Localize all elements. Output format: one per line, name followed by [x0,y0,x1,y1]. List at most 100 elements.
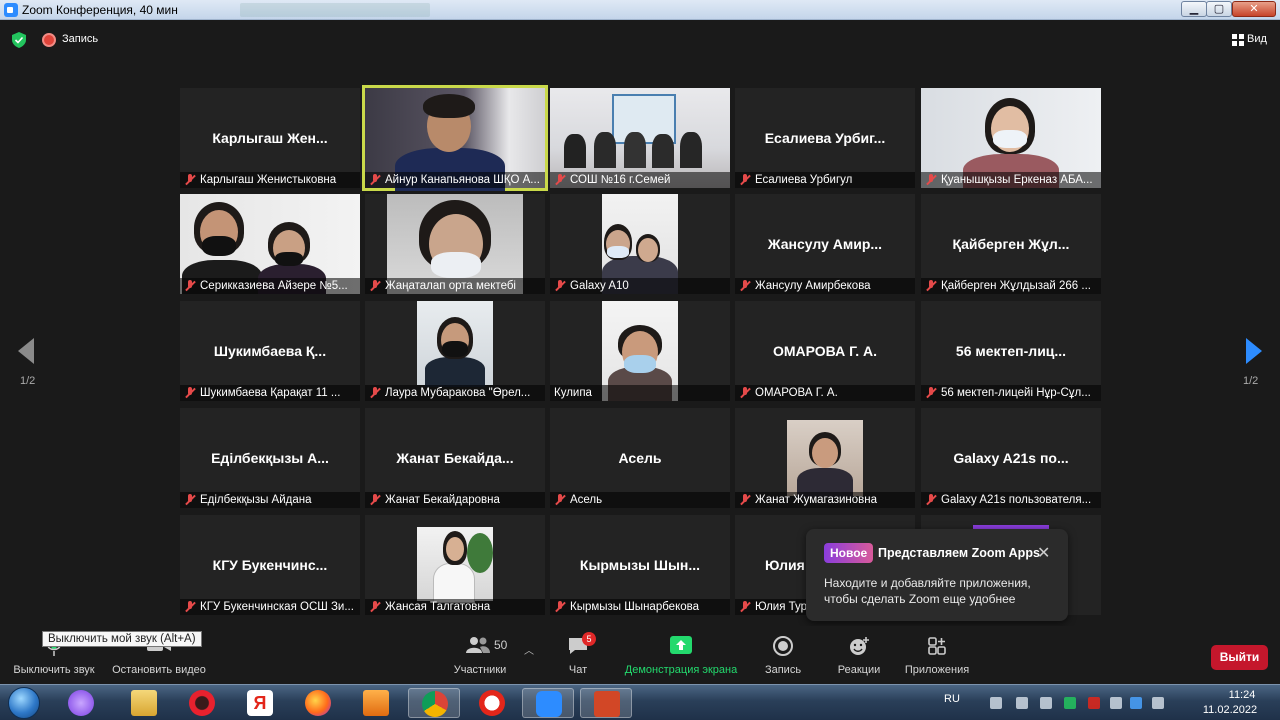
participant-caption: Кулипа [550,385,730,401]
participant-caption: Кырмызы Шынарбекова [550,599,730,615]
notification-icon[interactable] [1152,697,1164,709]
taskbar-app-alice[interactable] [55,688,107,718]
participant-tile[interactable]: ОМАРОВА Г. А. ОМАРОВА Г. А. [735,301,915,401]
clock-date[interactable]: 11.02.2022 [1200,704,1260,716]
close-button[interactable]: ✕ [1232,1,1276,17]
participant-caption: Лаура Мубаракова "Өрел... [365,385,545,401]
participant-video [417,527,493,603]
taskbar-app-media-player[interactable] [350,688,402,718]
participant-name: Жанат Жумагазиновна [755,494,878,506]
participant-tile[interactable]: Жансая Талгатовна [365,515,545,615]
participants-icon [466,637,490,653]
participant-tile[interactable]: Лаура Мубаракова "Өрел... [365,301,545,401]
participant-tile[interactable]: Жанат Жумагазиновна [735,408,915,508]
yandex-tray-icon[interactable] [1088,697,1100,709]
input-language[interactable]: RU [944,693,960,705]
taskbar-app-explorer[interactable] [118,688,170,718]
minimize-button[interactable]: ▁ [1181,1,1207,17]
stop-video-label: Остановить видео [112,664,206,676]
taskbar-app-powerpoint[interactable] [580,688,632,718]
participant-name: Қуанышқызы Еркеназ АБА... [941,174,1093,186]
view-button[interactable]: Вид [1247,33,1267,45]
participants-button[interactable]: 50 Участники [448,626,512,684]
mic-muted-icon [369,601,381,613]
opera-icon [189,690,215,716]
maximize-button[interactable]: ▢ [1206,1,1232,17]
participant-name: Серикказиева Айзере №5... [200,280,348,292]
zoom-window: Zoom Конференция, 40 мин ▁ ▢ ✕ Запись Ви… [0,0,1280,720]
lock-icon[interactable] [1040,697,1052,709]
participant-tile[interactable]: Galaxy A21s по... Galaxy A21s пользовате… [921,408,1101,508]
participants-label: Участники [453,664,507,676]
record-button[interactable]: Запись [758,626,808,684]
taskbar-app-yandex-browser[interactable] [466,688,518,718]
participant-caption: Қуанышқызы Еркеназ АБА... [921,172,1101,188]
taskbar-app-yandex[interactable]: Я [234,688,286,718]
security-tray-icon[interactable] [1064,697,1076,709]
participant-tile[interactable]: Кулипа [550,301,730,401]
participant-tile[interactable]: Жансулу Амир... Жансулу Амирбекова [735,194,915,294]
alice-icon [68,690,94,716]
zoom-app-icon [4,3,18,17]
participant-tile[interactable]: Кырмызы Шын... Кырмызы Шынарбекова [550,515,730,615]
taskbar-app-opera[interactable] [176,688,228,718]
participant-caption: Galaxy A10 [550,278,730,294]
reactions-smiley-icon [850,637,869,655]
apps-icon [928,637,946,655]
participant-tile[interactable]: Шукимбаева Қ... Шукимбаева Қарақат 11 ..… [180,301,360,401]
mic-muted-icon [925,174,937,186]
network-icon[interactable] [1016,697,1028,709]
participant-tile[interactable]: Жаңаталап орта мектебі [365,194,545,294]
previous-page-arrow-icon[interactable] [18,338,34,364]
participant-tile[interactable]: Жанат Бекайда... Жанат Бекайдаровна [365,408,545,508]
start-orb-icon[interactable] [8,687,40,719]
participant-caption: Есалиева Урбигул [735,172,915,188]
participant-tile[interactable]: Қайберген Жұл... Қайберген Жұлдызай 266 … [921,194,1101,294]
share-screen-button[interactable]: Демонстрация экрана [620,626,742,684]
taskbar-app-chrome[interactable] [408,688,460,718]
chat-label: Чат [568,664,588,676]
participant-tile[interactable]: Карлыгаш Жен... Карлыгаш Женистыковна [180,88,360,188]
participant-video [787,420,863,498]
participant-caption: Жансулу Амирбекова [735,278,915,294]
participant-tile[interactable]: Есалиева Урбиг... Есалиева Урбигул [735,88,915,188]
chat-unread-badge: 5 [582,632,596,646]
participant-tile[interactable]: СОШ №16 г.Семей [550,88,730,188]
security-shield-icon[interactable] [12,32,26,48]
participant-caption: Асель [550,492,730,508]
leave-meeting-button[interactable]: Выйти [1211,645,1268,670]
mic-muted-icon [369,494,381,506]
participant-tile[interactable]: Қуанышқызы Еркеназ АБА... [921,88,1101,188]
chat-button[interactable]: 5 Чат [556,626,600,684]
participant-tile-active-speaker[interactable]: Айнур Канапьянова ШҚО А... [362,85,548,191]
apps-label: Приложения [904,664,970,676]
participant-tile[interactable]: Асель Асель [550,408,730,508]
record-label: Запись [764,664,802,676]
yandex-icon: Я [247,690,273,716]
participant-tile[interactable]: Galaxy A10 [550,194,730,294]
participant-name: Жаңаталап орта мектебі [385,280,516,292]
next-page-arrow-icon[interactable] [1246,338,1262,364]
participant-name: 56 мектеп-лицейі Нұр-Сұл... [941,387,1091,399]
participant-caption: Шукимбаева Қарақат 11 ... [180,385,360,401]
participants-options-chevron-icon[interactable]: ︿ [524,642,534,657]
participant-tile[interactable]: Еділбекқызы А... Еділбекқызы Айдана [180,408,360,508]
participant-tile[interactable]: Серикказиева Айзере №5... [180,194,360,294]
popup-close-icon[interactable]: ✕ [1037,543,1050,563]
taskbar-app-firefox[interactable] [292,688,344,718]
mic-muted-icon [184,280,196,292]
view-grid-icon[interactable] [1232,34,1244,46]
apps-button[interactable]: Приложения [900,626,974,684]
mic-muted-icon [554,280,566,292]
volume-icon[interactable] [1110,697,1122,709]
participant-tile[interactable]: 56 мектеп-лиц... 56 мектеп-лицейі Нұр-Сұ… [921,301,1101,401]
clock-time[interactable]: 11:24 [1212,689,1272,701]
signal-icon[interactable] [990,697,1002,709]
reactions-button[interactable]: Реакции [830,626,888,684]
mic-muted-icon [925,494,937,506]
recording-label[interactable]: Запись [62,33,98,45]
participant-tile[interactable]: КГУ Букенчинс... КГУ Букенчинская ОСШ Зи… [180,515,360,615]
taskbar-app-zoom[interactable] [522,688,574,718]
mic-muted-icon [369,280,381,292]
bluetooth-icon[interactable] [1130,697,1142,709]
